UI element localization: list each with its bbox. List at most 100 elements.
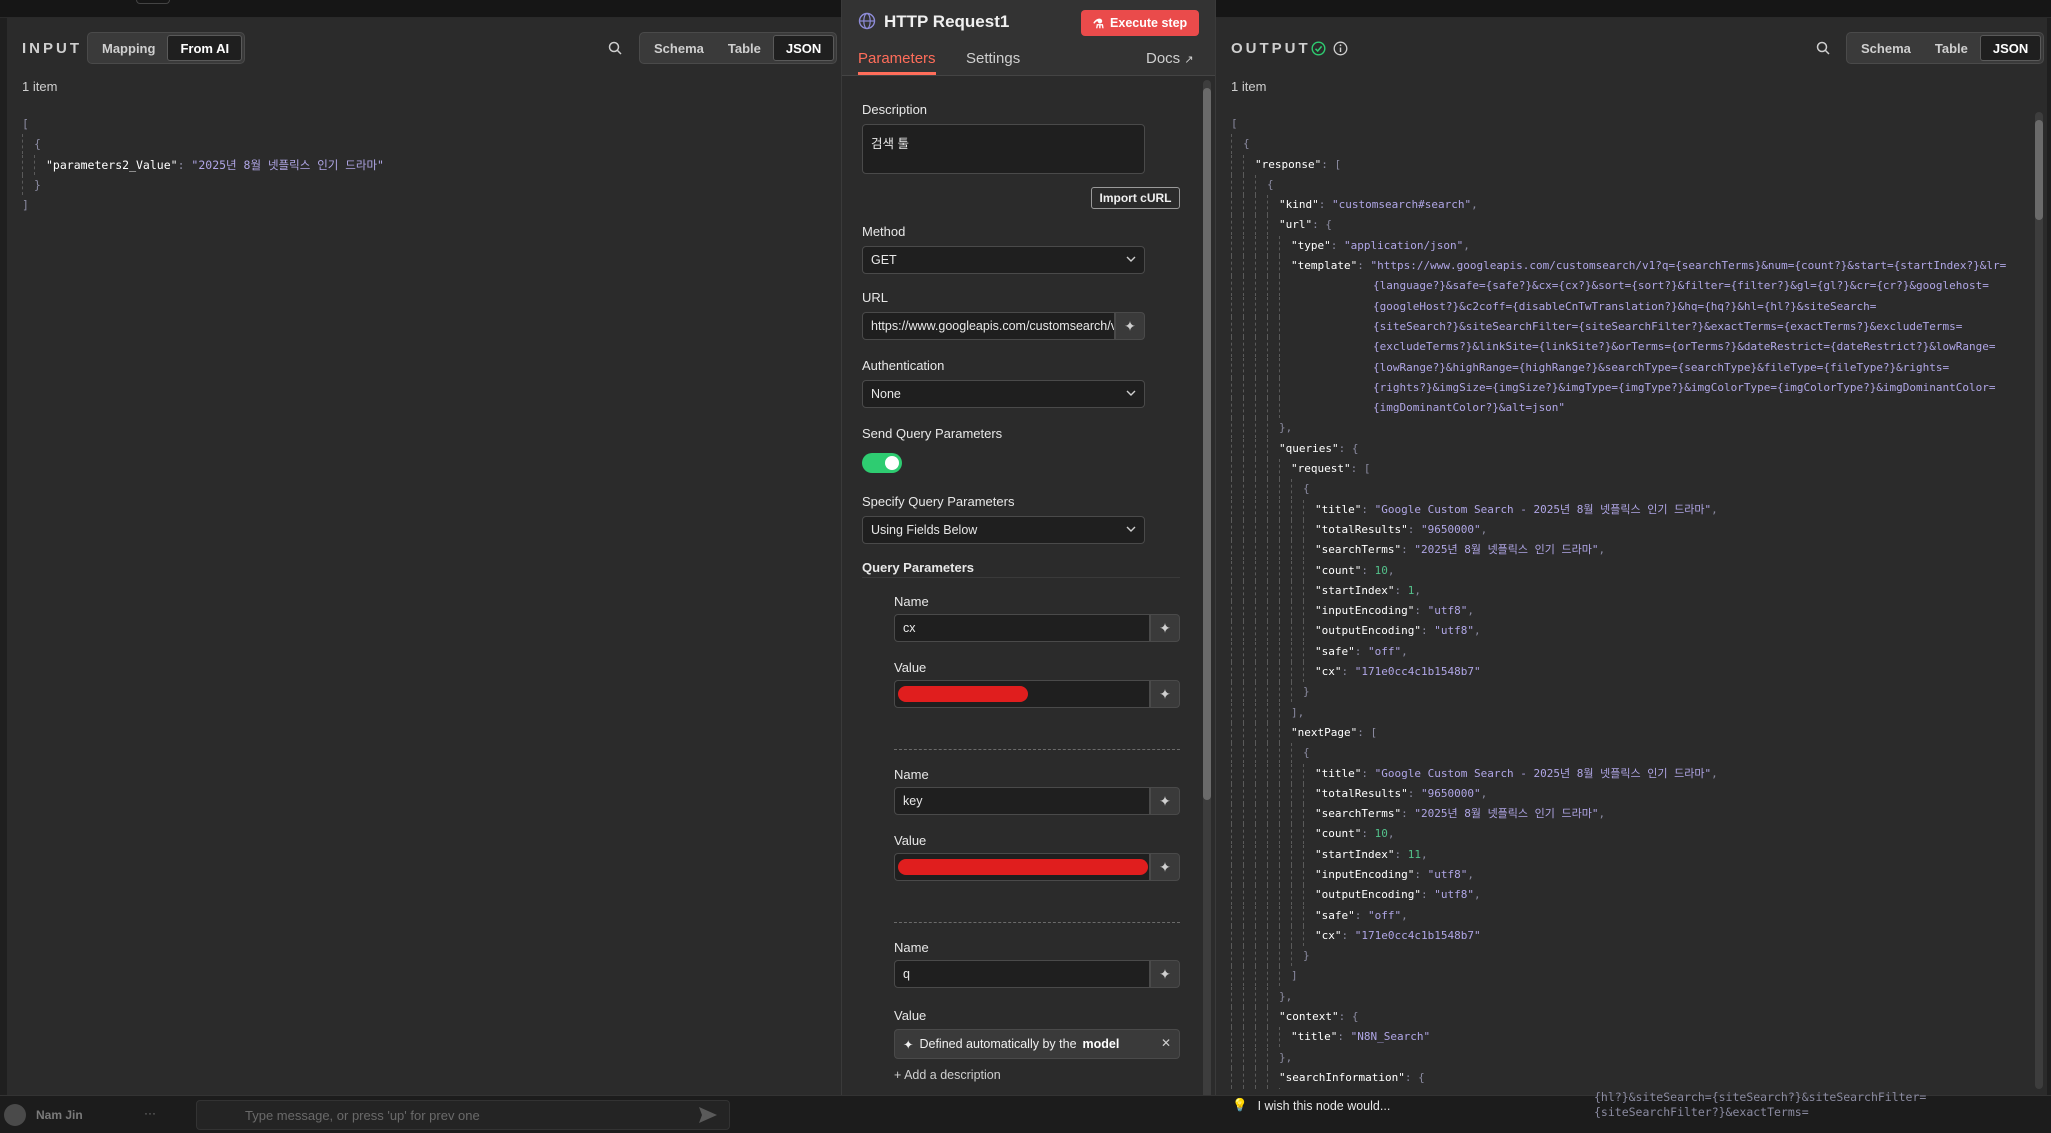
json-punct: , — [1401, 644, 1408, 658]
json-punct: : — [1357, 259, 1371, 273]
output-panel: OUTPUT Schema Table JSON 1 item [{"respo… — [1216, 18, 2047, 1095]
authentication-label: Authentication — [862, 358, 945, 373]
mode-mapping[interactable]: Mapping — [90, 35, 167, 61]
json-line: {imgDominantColor?}&alt=json" — [1231, 398, 2027, 419]
globe-icon — [858, 12, 876, 30]
view-table[interactable]: Table — [716, 35, 773, 61]
avatar[interactable] — [4, 1104, 26, 1126]
json-string: "off" — [1368, 644, 1402, 658]
redaction-mark — [898, 686, 1028, 702]
top-tab-handle[interactable] — [136, 0, 170, 4]
method-select[interactable]: GET — [862, 246, 1145, 274]
json-punct: : { — [1312, 218, 1332, 232]
param-name-input[interactable]: key — [894, 787, 1150, 815]
json-key: "title" — [1291, 1030, 1338, 1044]
json-line: "safe": "off", — [1231, 905, 2027, 926]
json-line: "inputEncoding": "utf8", — [1231, 601, 2027, 622]
ai-sparkle-icon[interactable]: ✦ — [1150, 680, 1180, 708]
json-punct: : — [1401, 807, 1415, 821]
ai-sparkle-icon[interactable]: ✦ — [1150, 787, 1180, 815]
view-schema[interactable]: Schema — [642, 35, 716, 61]
json-punct: : { — [1338, 1010, 1359, 1024]
docs-link[interactable]: Docs ↗ — [1146, 50, 1194, 67]
lightbulb-icon: 💡 — [1232, 1098, 1248, 1112]
view-table[interactable]: Table — [1923, 35, 1980, 61]
view-json[interactable]: JSON — [1979, 35, 2042, 61]
info-icon[interactable] — [1333, 41, 1348, 56]
json-line: {siteSearch?}&siteSearchFilter={siteSear… — [1231, 316, 2027, 337]
json-punct: : — [1354, 908, 1368, 922]
chat-input[interactable]: Type message, or press 'up' for prev one — [196, 1100, 730, 1130]
json-key: "nextPage" — [1291, 725, 1358, 739]
json-line: "count": 10, — [1231, 560, 2027, 581]
json-key: "safe" — [1315, 644, 1355, 658]
node-panel: HTTP Request1 ⚗ Execute step Parameters … — [841, 0, 1216, 1118]
feedback-prompt[interactable]: 💡 I wish this node would... — [1232, 1098, 1390, 1113]
ai-sparkle-icon[interactable]: ✦ — [1150, 853, 1180, 881]
description-field[interactable]: 검색 툴 — [862, 124, 1145, 174]
json-line: "cx": "171e0cc4c1b1548b7" — [1231, 925, 2027, 946]
json-punct: : — [1394, 583, 1408, 597]
auto-defined-value[interactable]: ✦ Defined automatically by the model ✕ — [894, 1029, 1180, 1059]
json-punct: : — [1341, 928, 1355, 942]
json-string: "171e0cc4c1b1548b7" — [1354, 665, 1481, 679]
json-line: "response": [ — [1231, 154, 2027, 175]
more-icon[interactable]: ··· — [144, 1106, 156, 1120]
param-name-input[interactable]: cx — [894, 614, 1150, 642]
json-line: "cx": "171e0cc4c1b1548b7" — [1231, 662, 2027, 683]
json-punct: : — [1394, 847, 1408, 861]
tab-parameters[interactable]: Parameters — [858, 50, 936, 67]
json-punct: : — [1361, 827, 1375, 841]
chevron-down-icon — [1126, 390, 1136, 396]
json-punct: , — [1598, 543, 1606, 557]
output-json: [{"response": [{"kind": "customsearch#se… — [1231, 114, 2027, 1089]
param-name-input[interactable]: q — [894, 960, 1150, 988]
import-curl-button[interactable]: Import cURL — [1091, 187, 1180, 209]
ai-sparkle-icon[interactable]: ✦ — [1150, 960, 1180, 988]
node-title[interactable]: HTTP Request1 — [884, 12, 1009, 32]
node-scrollbar[interactable] — [1203, 80, 1211, 1114]
output-scrollbar[interactable] — [2035, 112, 2043, 1089]
param-divider — [894, 749, 1180, 750]
json-key: "type" — [1291, 238, 1331, 252]
json-punct: : — [1337, 1030, 1351, 1044]
mode-from-ai[interactable]: From AI — [167, 35, 243, 61]
json-line: "searchTerms": "2025년 8월 넷플릭스 인기 드라마", — [1231, 804, 2027, 825]
add-description-link[interactable]: + Add a description — [894, 1068, 1001, 1082]
url-value: https://www.googleapis.com/customsearch/… — [871, 319, 1114, 333]
view-schema[interactable]: Schema — [1849, 35, 1923, 61]
json-key: "count" — [1315, 827, 1362, 841]
scrollbar-thumb[interactable] — [1203, 88, 1211, 800]
execute-step-button[interactable]: ⚗ Execute step — [1081, 10, 1199, 36]
send-icon[interactable] — [698, 1106, 718, 1124]
json-line: } — [1231, 682, 2027, 703]
json-line: { — [1231, 743, 2027, 764]
tab-settings[interactable]: Settings — [966, 50, 1020, 67]
json-punct: : — [1420, 624, 1435, 638]
json-punct: } — [1303, 949, 1310, 963]
specify-query-select[interactable]: Using Fields Below — [862, 516, 1145, 544]
param-value-label: Value — [894, 833, 927, 848]
close-icon[interactable]: ✕ — [1161, 1036, 1171, 1050]
json-string: "application/json" — [1344, 238, 1464, 252]
ai-sparkle-icon[interactable]: ✦ — [1115, 312, 1145, 340]
url-input[interactable]: https://www.googleapis.com/customsearch/… — [862, 312, 1115, 340]
description-label: Description — [862, 102, 928, 117]
search-icon[interactable] — [607, 40, 623, 56]
json-key: "searchTerms" — [1315, 543, 1402, 557]
json-string: "customsearch#search" — [1332, 198, 1472, 212]
ai-sparkle-icon[interactable]: ✦ — [1150, 614, 1180, 642]
json-line: "nextPage": [ — [1231, 722, 2027, 743]
scrollbar-thumb[interactable] — [2035, 120, 2043, 220]
json-string: "9650000" — [1420, 786, 1481, 800]
authentication-select[interactable]: None — [862, 380, 1145, 408]
view-json[interactable]: JSON — [772, 35, 835, 61]
search-icon[interactable] — [1815, 40, 1831, 56]
json-punct: : [ — [1357, 725, 1378, 739]
param-name-value: q — [903, 967, 910, 981]
send-query-toggle[interactable] — [862, 453, 902, 473]
background-snippet: {hl?}&siteSearch={siteSearch?}&siteSearc… — [1594, 1090, 1926, 1120]
json-string: "N8N_Search" — [1350, 1030, 1431, 1044]
chevron-down-icon — [1126, 526, 1136, 532]
json-punct: }, — [1279, 989, 1293, 1003]
